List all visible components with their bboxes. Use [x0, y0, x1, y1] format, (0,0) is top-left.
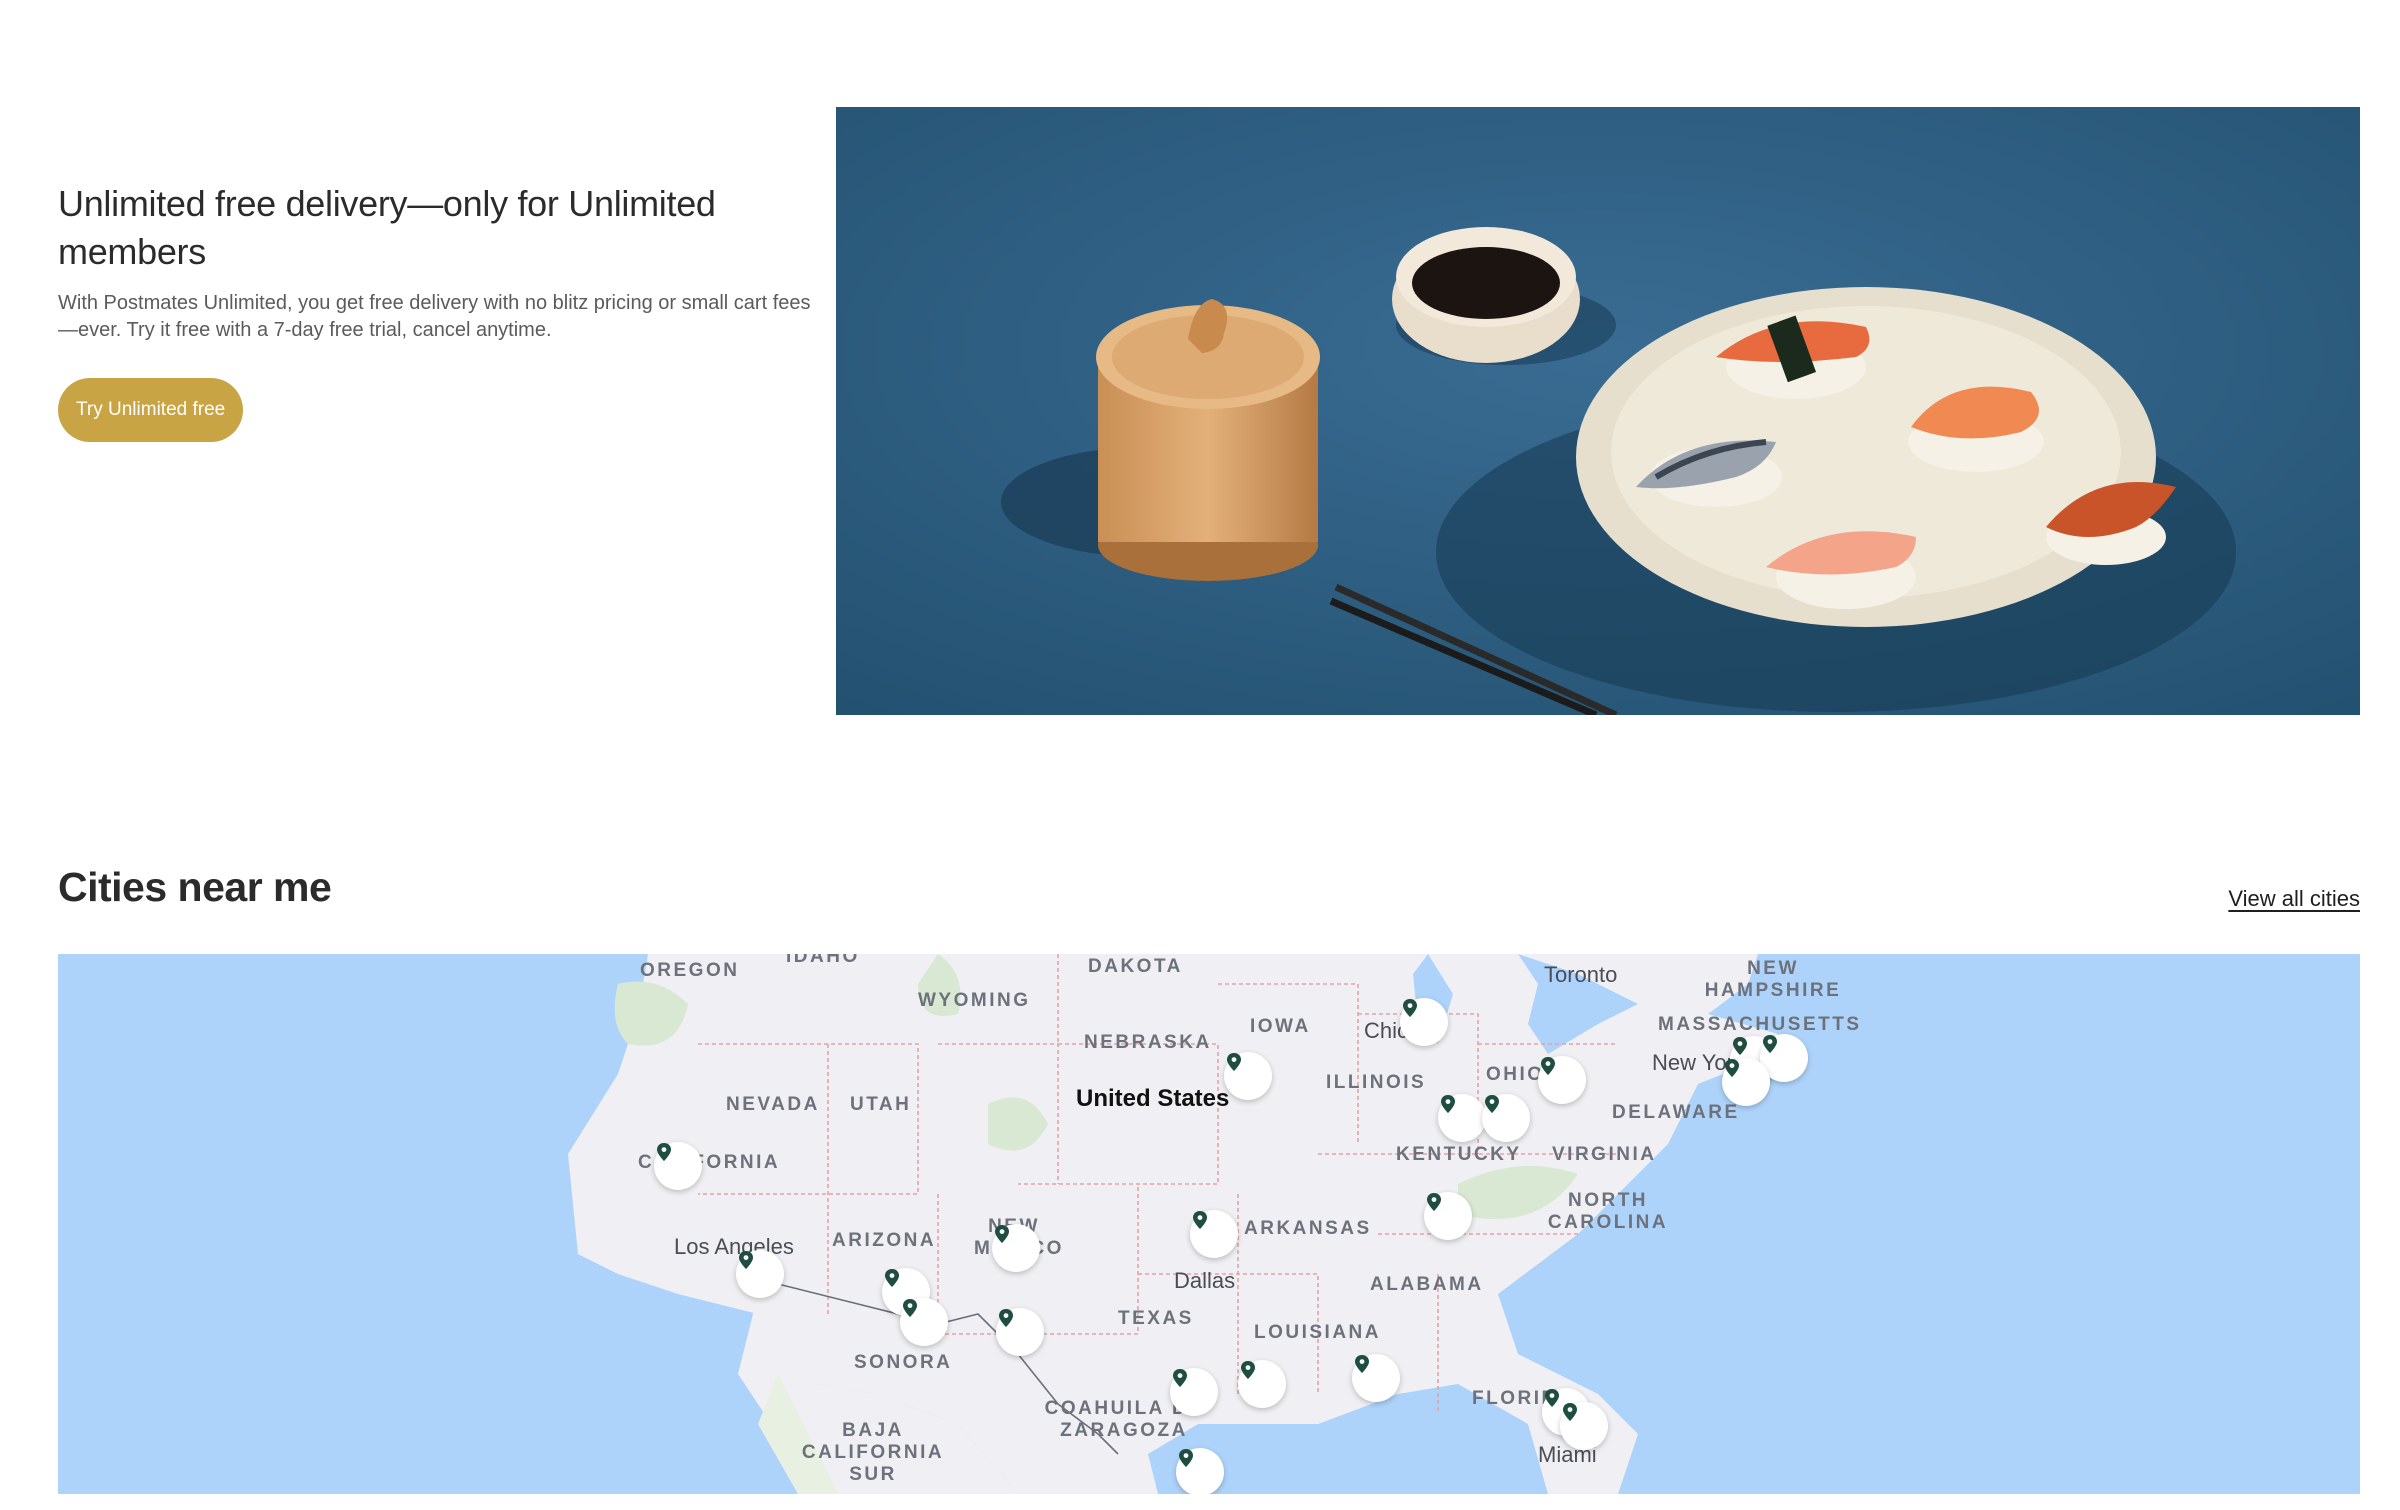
- map-label-alabama: ALABAMA: [1370, 1274, 1484, 1295]
- map-pin-new-orleans[interactable]: [1352, 1354, 1400, 1402]
- view-all-cities-link[interactable]: View all cities: [2228, 886, 2360, 912]
- location-pin-icon: [1179, 1449, 1193, 1467]
- location-pin-icon: [1563, 1403, 1577, 1421]
- map-pin-oklahoma[interactable]: [1190, 1210, 1238, 1258]
- map-label-united-states: United States: [1076, 1085, 1230, 1112]
- map-label-dakota: DAKOTA: [1088, 956, 1183, 977]
- map-pin-houston[interactable]: [1238, 1360, 1286, 1408]
- map-label-ohio: OHIO: [1486, 1064, 1545, 1085]
- location-pin-icon: [1541, 1057, 1555, 1075]
- map-label-delaware: DELAWARE: [1612, 1102, 1740, 1123]
- location-pin-icon: [1193, 1211, 1207, 1229]
- map-label-dallas: Dallas: [1174, 1268, 1236, 1293]
- try-unlimited-button[interactable]: Try Unlimited free: [58, 378, 244, 442]
- map-label-nevada: NEVADA: [726, 1094, 820, 1115]
- map-label-sonora: SONORA: [854, 1352, 953, 1373]
- map-pin-columbus[interactable]: [1538, 1056, 1586, 1104]
- location-pin-icon: [1227, 1053, 1241, 1071]
- map-label-baja-california-sur: BAJA CALIFORNIA SUR: [801, 1420, 945, 1485]
- map-pin-lexington[interactable]: [1482, 1094, 1530, 1142]
- map-label-illinois: ILLINOIS: [1326, 1072, 1427, 1093]
- map-pin-miami[interactable]: [1560, 1402, 1608, 1450]
- sushi-photo: [836, 107, 2360, 715]
- location-pin-icon: [1403, 999, 1417, 1017]
- map-pin-austin[interactable]: [1170, 1368, 1218, 1416]
- location-pin-icon: [1763, 1035, 1777, 1053]
- map-label-new-hampshire: NEW HAMPSHIRE: [1704, 958, 1842, 1001]
- map-label-utah: UTAH: [850, 1094, 912, 1115]
- map-pin-atlanta[interactable]: [1424, 1192, 1472, 1240]
- map-label-virginia: VIRGINIA: [1552, 1144, 1657, 1165]
- cities-map[interactable]: OREGON IDAHO DAKOTA WYOMING NEW HAMPSHIR…: [58, 954, 2360, 1494]
- map-label-wyoming: WYOMING: [918, 990, 1031, 1011]
- map-pin-san-antonio[interactable]: [1176, 1448, 1224, 1494]
- location-pin-icon: [995, 1225, 1009, 1243]
- map-label-iowa: IOWA: [1250, 1016, 1311, 1037]
- map-label-arizona: ARIZONA: [832, 1230, 937, 1251]
- location-pin-icon: [1173, 1369, 1187, 1387]
- map-label-texas: TEXAS: [1118, 1308, 1194, 1329]
- map-pin-el-paso[interactable]: [996, 1308, 1044, 1356]
- location-pin-icon: [739, 1251, 753, 1269]
- unlimited-promo: Unlimited free delivery—only for Unlimit…: [58, 180, 818, 344]
- map-pin-albuquerque[interactable]: [992, 1224, 1040, 1272]
- location-pin-icon: [1545, 1389, 1559, 1407]
- promo-title: Unlimited free delivery—only for Unlimit…: [58, 183, 716, 272]
- location-pin-icon: [1733, 1037, 1747, 1055]
- map-label-oregon: OREGON: [640, 960, 740, 981]
- cities-title: Cities near me: [58, 864, 332, 910]
- map-label-kentucky: KENTUCKY: [1396, 1144, 1522, 1165]
- promo-description: With Postmates Unlimited, you get free d…: [58, 292, 811, 341]
- map-label-louisiana: LOUISIANA: [1254, 1322, 1381, 1343]
- location-pin-icon: [1485, 1095, 1499, 1113]
- location-pin-icon: [903, 1299, 917, 1317]
- location-pin-icon: [1725, 1059, 1739, 1077]
- map-pin-california[interactable]: [654, 1142, 702, 1190]
- map-label-toronto: Toronto: [1544, 962, 1618, 987]
- location-pin-icon: [1427, 1193, 1441, 1211]
- map-label-idaho: IDAHO: [786, 954, 860, 967]
- location-pin-icon: [1441, 1095, 1455, 1113]
- map-label-massachusetts: MASSACHUSETTS: [1658, 1014, 1862, 1035]
- location-pin-icon: [885, 1269, 899, 1287]
- map-pin-tucson[interactable]: [900, 1298, 948, 1346]
- map-pin-los-angeles[interactable]: [736, 1250, 784, 1298]
- map-label-los-angeles: Los Angeles: [674, 1234, 794, 1259]
- location-pin-icon: [657, 1143, 671, 1161]
- location-pin-icon: [1241, 1361, 1255, 1379]
- map-label-arkansas: ARKANSAS: [1244, 1218, 1372, 1239]
- map-pin-louisville[interactable]: [1438, 1094, 1486, 1142]
- hero-image: [836, 107, 2360, 715]
- map-pin-chicago[interactable]: [1400, 998, 1448, 1046]
- map-pin-new-york-3[interactable]: [1722, 1058, 1770, 1106]
- location-pin-icon: [1355, 1355, 1369, 1373]
- map-label-north-carolina: NORTH CAROLINA: [1547, 1190, 1669, 1233]
- location-pin-icon: [999, 1309, 1013, 1327]
- map-label-nebraska: NEBRASKA: [1084, 1032, 1212, 1053]
- map-pin-omaha[interactable]: [1224, 1052, 1272, 1100]
